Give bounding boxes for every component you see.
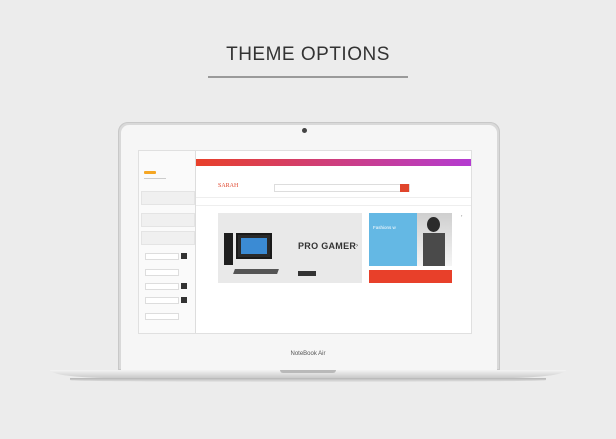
main-nav: [196, 197, 471, 206]
panel-section-styling[interactable]: [141, 231, 195, 245]
fashion-banner[interactable]: Fashions w: [369, 213, 452, 266]
laptop-shadow: [70, 378, 546, 382]
promo-bar: [196, 159, 471, 166]
panel-color-field[interactable]: [145, 283, 179, 290]
panel-color-field[interactable]: [145, 297, 179, 304]
camera-icon: [302, 128, 307, 133]
fashion-banner-label: Fashions w: [373, 225, 396, 230]
panel-badge: [144, 171, 156, 174]
search-input[interactable]: [274, 184, 410, 192]
panel-color-field[interactable]: [145, 269, 179, 276]
chevron-right-icon[interactable]: ›: [356, 243, 358, 249]
monitor-image: [236, 233, 272, 259]
laptop-screen: SARAH PRO GAMER › Fashions w ›: [138, 150, 472, 334]
chevron-right-icon[interactable]: ›: [461, 213, 462, 218]
panel-section-header[interactable]: [141, 213, 195, 227]
sale-banner[interactable]: [369, 270, 452, 283]
panel-color-swatch[interactable]: [181, 253, 187, 259]
hero-title: PRO GAMER: [298, 241, 357, 251]
page-title: THEME OPTIONS: [226, 44, 390, 65]
website-preview: SARAH PRO GAMER › Fashions w ›: [196, 151, 471, 333]
pc-tower-image: [224, 233, 233, 265]
search-button[interactable]: [400, 184, 409, 192]
laptop-brand-label: NoteBook Air: [290, 351, 326, 357]
panel-color-field[interactable]: [145, 253, 179, 260]
laptop-notch: [280, 370, 336, 373]
hero-shop-button[interactable]: [298, 271, 316, 276]
theme-options-panel: [139, 151, 196, 333]
model-image: [417, 213, 452, 266]
panel-color-swatch[interactable]: [181, 283, 187, 289]
panel-color-field[interactable]: [145, 313, 179, 320]
panel-section-general[interactable]: [141, 191, 195, 205]
panel-color-swatch[interactable]: [181, 297, 187, 303]
site-logo[interactable]: SARAH: [218, 183, 238, 189]
keyboard-image: [233, 269, 279, 274]
hero-banner: PRO GAMER ›: [218, 213, 362, 283]
panel-divider: [144, 178, 166, 179]
title-underline: [208, 76, 408, 78]
